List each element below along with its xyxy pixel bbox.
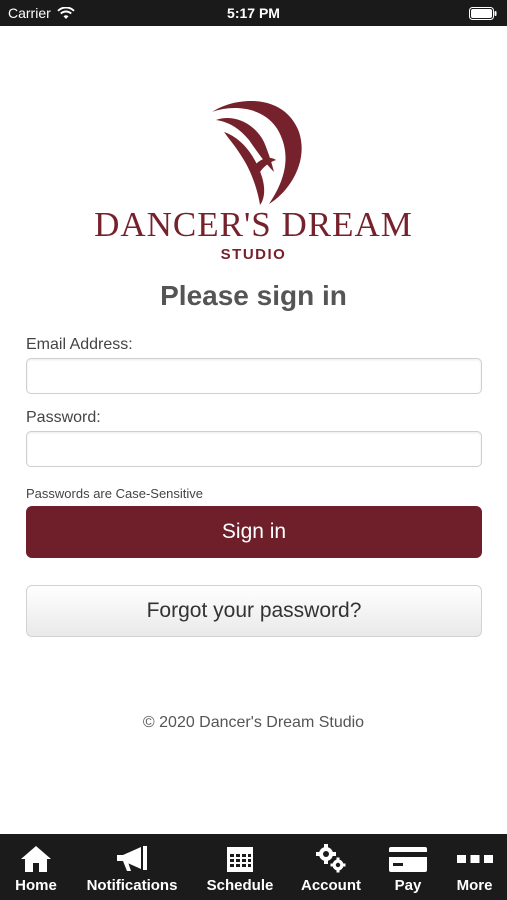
tab-notifications-label: Notifications	[86, 877, 178, 894]
copyright: © 2020 Dancer's Dream Studio	[142, 714, 365, 731]
tab-more[interactable]: More	[442, 834, 507, 900]
home-icon	[21, 846, 51, 872]
case-sensitive-hint: Passwords are Case-Sensitive	[26, 486, 204, 501]
password-field[interactable]	[26, 431, 482, 467]
gears-icon	[316, 844, 346, 873]
battery-icon	[469, 7, 497, 23]
clock: 5:17 PM	[227, 5, 280, 21]
more-dots-icon	[456, 855, 493, 863]
sign-in-button[interactable]: Sign in	[26, 506, 482, 558]
calendar-icon	[227, 847, 253, 872]
password-label: Password:	[26, 409, 101, 426]
tab-bar: Home Notifications Schedule Account Pay …	[0, 834, 507, 900]
email-label: Email Address:	[26, 336, 133, 353]
tab-home[interactable]: Home	[0, 834, 72, 900]
email-field[interactable]	[26, 358, 482, 394]
page-title: Please sign in	[160, 280, 347, 311]
dancer-swirl-icon	[211, 100, 302, 205]
tab-account[interactable]: Account	[288, 834, 374, 900]
brand-logo	[0, 92, 507, 207]
brand-name: DANCER'S DREAM	[94, 205, 413, 244]
status-bar: Carrier 5:17 PM	[0, 0, 507, 26]
forgot-password-button[interactable]: Forgot your password?	[26, 585, 482, 637]
megaphone-icon	[117, 846, 147, 871]
tab-pay[interactable]: Pay	[374, 834, 442, 900]
brand-subtitle: STUDIO	[220, 246, 287, 263]
tab-home-label: Home	[15, 877, 57, 894]
tab-schedule[interactable]: Schedule	[192, 834, 288, 900]
credit-card-icon	[389, 847, 427, 872]
tab-pay-label: Pay	[394, 877, 422, 894]
tab-account-label: Account	[301, 877, 361, 894]
tab-schedule-label: Schedule	[206, 877, 274, 894]
tab-notifications[interactable]: Notifications	[72, 834, 192, 900]
tab-more-label: More	[456, 877, 493, 894]
